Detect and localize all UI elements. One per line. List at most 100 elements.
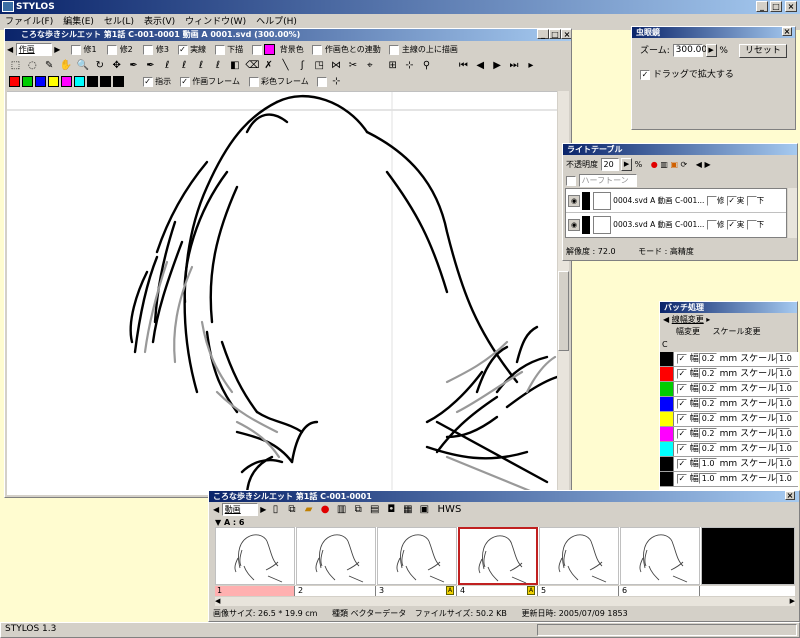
frame-number[interactable]: 2 [296, 586, 376, 596]
extra-checkbox[interactable] [317, 76, 328, 87]
refresh-icon[interactable]: ⟳ [681, 160, 688, 169]
folder-icon[interactable]: ▰ [302, 503, 315, 516]
app-minimize-button[interactable]: _ [756, 1, 768, 12]
row-checkbox[interactable]: ✓ [676, 473, 687, 484]
palette-swatch[interactable] [35, 76, 46, 87]
batch-row[interactable]: ✓ 幅 0.2 mm スケール 1.0 [660, 427, 798, 442]
anchor-icon[interactable]: ⚲ [420, 59, 433, 72]
frame-thumbnail[interactable] [620, 527, 700, 585]
next-icon[interactable]: ▶ [705, 160, 711, 169]
row-checkbox[interactable]: ✓ [676, 353, 687, 364]
width-input[interactable]: 0.2 [698, 428, 717, 439]
halftone-select[interactable]: ハーフトーン [578, 174, 637, 187]
lighttable-vscroll[interactable] [788, 188, 797, 238]
new-icon[interactable]: ▯ [269, 503, 282, 516]
more-icon[interactable]: ▸ [524, 59, 537, 72]
rotate-icon[interactable]: ↻ [93, 59, 106, 72]
drawing-canvas[interactable] [7, 91, 557, 495]
scale-input[interactable]: 1.0 [776, 473, 792, 484]
prev-icon[interactable]: ◀ [696, 160, 702, 169]
wand-icon[interactable]: ✎ [43, 59, 56, 72]
scale-input[interactable]: 1.0 [776, 383, 792, 394]
menu-item[interactable]: ヘルプ(H) [251, 17, 302, 27]
menu-item[interactable]: セル(L) [99, 17, 139, 27]
hscroll-right[interactable]: ▶ [790, 597, 795, 605]
copy-icon[interactable]: ⧉ [286, 503, 299, 516]
frame-number[interactable]: 4A [458, 586, 538, 596]
loupe-close-button[interactable]: × [782, 27, 792, 36]
batch-row[interactable]: ✓ 幅 0.2 mm スケール 1.0 [660, 412, 798, 427]
menu-item[interactable]: 編集(E) [58, 17, 99, 27]
batch-row[interactable]: ✓ 幅 0.2 mm スケール 1.0 [660, 352, 798, 367]
brush4-icon[interactable]: ℓ [212, 59, 225, 72]
fill-icon[interactable]: ◧ [228, 59, 241, 72]
scale-change-tab[interactable]: スケール変更 [713, 327, 761, 336]
width-input[interactable]: 0.2 [698, 353, 717, 364]
scale-input[interactable]: 1.0 [776, 353, 792, 364]
indicate-checkbox[interactable]: ✓ [142, 76, 153, 87]
width-change-tab[interactable]: 幅変更 [676, 327, 700, 336]
record-icon[interactable]: ● [651, 160, 658, 169]
palette-swatch[interactable] [74, 76, 85, 87]
row-checkbox[interactable]: ✓ [676, 383, 687, 394]
curve-icon[interactable]: ʃ [296, 59, 309, 72]
cam-icon[interactable]: ◘ [385, 503, 398, 516]
palette-swatch[interactable] [113, 76, 124, 87]
draft-checkbox[interactable] [214, 44, 225, 55]
color-link-checkbox[interactable] [312, 44, 323, 55]
opacity-arrow[interactable]: ▶ [621, 158, 633, 171]
bg-color-checkbox[interactable] [251, 44, 262, 55]
record-icon[interactable]: ● [319, 503, 332, 516]
halftone-checkbox[interactable] [566, 175, 576, 186]
transform-icon[interactable]: ⊞ [386, 59, 399, 72]
batch-prev-arrow[interactable]: ◀ [663, 315, 669, 324]
drag-zoom-checkbox[interactable]: ✓ [640, 69, 650, 80]
width-input[interactable]: 0.2 [698, 383, 717, 394]
menu-item[interactable]: 表示(V) [139, 17, 180, 27]
app-close-button[interactable]: × [785, 1, 797, 12]
width-input[interactable]: 0.2 [698, 368, 717, 379]
frame-number[interactable]: 3A [377, 586, 457, 596]
palette-swatch[interactable] [22, 76, 33, 87]
scale-input[interactable]: 1.0 [776, 398, 792, 409]
prev-layer-arrow[interactable]: ◀ [7, 45, 13, 54]
row-checkbox[interactable]: ✓ [676, 413, 687, 424]
row-checkbox[interactable]: ✓ [676, 458, 687, 469]
opacity-input[interactable]: 20 [600, 158, 619, 171]
batch-row[interactable]: ✓ 幅 0.2 mm スケール 1.0 [660, 397, 798, 412]
first-frame-icon[interactable]: ⏮ [457, 59, 470, 72]
palette-swatch[interactable] [100, 76, 111, 87]
timeline-prev-arrow[interactable]: ◀ [213, 505, 219, 514]
frame-checkbox[interactable]: ✓ [179, 76, 190, 87]
batch-dropdown[interactable]: 線幅変更 [672, 315, 704, 324]
prev-frame-icon[interactable]: ◀ [474, 59, 487, 72]
batch-next-arrow[interactable]: ▸ [706, 315, 710, 324]
menu-item[interactable]: ファイル(F) [0, 17, 58, 27]
layer-under-checkbox[interactable] [746, 220, 757, 230]
timeline-layer-select[interactable]: 動画 [221, 503, 258, 516]
frame-number[interactable]: 1 [215, 586, 295, 596]
last-frame-icon[interactable]: ⏭ [508, 59, 521, 72]
export-icon[interactable]: ▣ [418, 503, 431, 516]
layer-under-checkbox[interactable] [746, 196, 757, 206]
layer-real-checkbox[interactable]: ✓ [726, 196, 737, 206]
frame-thumbnail[interactable] [458, 527, 538, 585]
width-input[interactable]: 0.2 [698, 413, 717, 424]
zoom-arrow[interactable]: ▶ [705, 44, 717, 57]
row-checkbox[interactable]: ✓ [676, 428, 687, 439]
lighttable-row[interactable]: ◉ 0004.svd A 動画 C-001... 修 ✓ 実 下 [566, 189, 786, 213]
hscroll-left[interactable]: ◀ [215, 597, 220, 605]
brush3-icon[interactable]: ℓ [195, 59, 208, 72]
layer-fix-checkbox[interactable] [706, 220, 717, 230]
lighttable-row[interactable]: ◉ 0003.svd A 動画 C-001... 修 ✓ 実 下 [566, 213, 786, 237]
layer-fix-checkbox[interactable] [706, 196, 717, 206]
reset-button[interactable]: リセット [738, 43, 787, 58]
frame-thumbnail[interactable] [215, 527, 295, 585]
move-icon[interactable]: ✥ [110, 59, 123, 72]
frame-thumbnail[interactable] [377, 527, 457, 585]
eye-icon[interactable]: ◉ [568, 195, 580, 207]
palette-swatch[interactable] [48, 76, 59, 87]
doc-maximize-button[interactable]: □ [549, 29, 561, 39]
bg-color-swatch[interactable] [264, 44, 276, 55]
scale-input[interactable]: 1.0 [776, 368, 792, 379]
